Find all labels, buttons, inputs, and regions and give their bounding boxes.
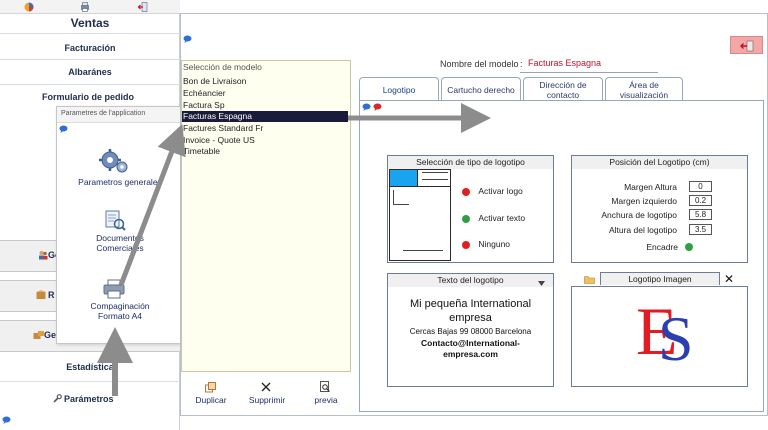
arrow-diagonal xyxy=(118,123,186,286)
guide-arrows xyxy=(97,103,491,396)
